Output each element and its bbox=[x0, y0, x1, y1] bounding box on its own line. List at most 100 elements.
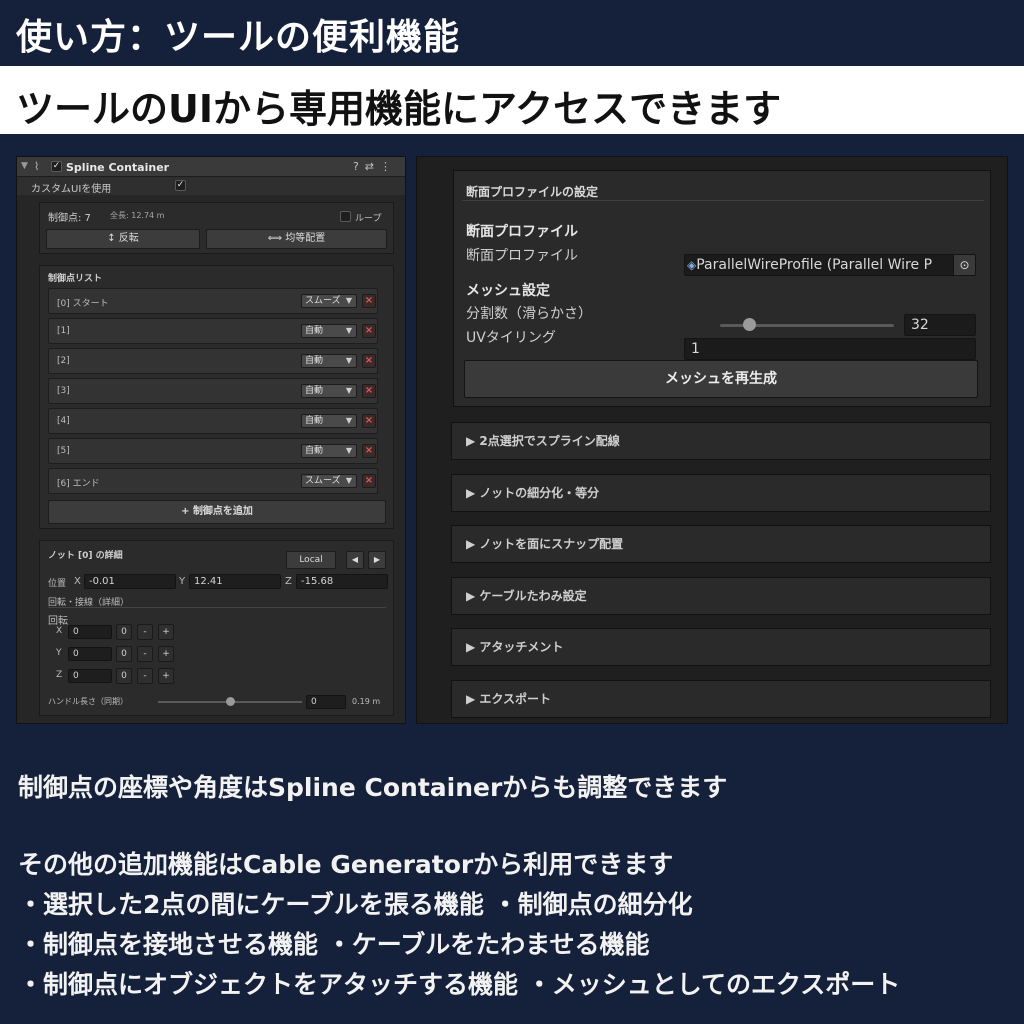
tangent-mode-dropdown[interactable]: 自動 ▼ bbox=[301, 414, 357, 428]
page-subtitle: ツールのUIから専用機能にアクセスできます bbox=[16, 87, 782, 131]
rotation-value-field[interactable]: 0 bbox=[68, 625, 112, 639]
delete-point-icon[interactable]: × bbox=[362, 444, 376, 458]
delete-point-icon[interactable]: × bbox=[362, 474, 376, 488]
scriptable-object-icon: ◈ bbox=[687, 258, 697, 272]
rotation-axis-label: Y bbox=[56, 648, 62, 658]
help-icon[interactable]: ? bbox=[353, 160, 365, 173]
rotation-reset-button[interactable]: 0 bbox=[116, 668, 132, 684]
profile-object-field[interactable]: ◈ParallelWireProfile (Parallel Wire P ⊙ bbox=[684, 254, 976, 276]
control-point-label: [1] bbox=[57, 326, 70, 336]
handle-slider-knob[interactable] bbox=[226, 697, 235, 706]
foldout-section[interactable]: ▶ ノットを面にスナップ配置 bbox=[451, 525, 991, 563]
tangent-mode-dropdown[interactable]: 自動 ▼ bbox=[301, 444, 357, 458]
position-y-field[interactable]: 12.41 bbox=[189, 574, 281, 589]
regenerate-mesh-button[interactable]: メッシュを再生成 bbox=[464, 360, 978, 398]
custom-ui-row: カスタムUIを使用 ✓ bbox=[17, 177, 405, 195]
rotation-minus-button[interactable]: - bbox=[137, 624, 153, 640]
delete-point-icon[interactable]: × bbox=[362, 294, 376, 308]
object-picker-icon[interactable]: ⊙ bbox=[953, 255, 975, 275]
position-x-field[interactable]: -0.01 bbox=[84, 574, 176, 589]
foldout-section[interactable]: ▶ エクスポート bbox=[451, 679, 991, 718]
rotation-plus-button[interactable]: + bbox=[158, 646, 174, 662]
rotation-reset-button[interactable]: 0 bbox=[116, 624, 132, 640]
next-knot-button[interactable]: ▶ bbox=[368, 551, 386, 569]
equal-spacing-button[interactable]: ⟺ 均等配置 bbox=[206, 229, 387, 249]
tangent-mode-dropdown[interactable]: 自動 ▼ bbox=[301, 324, 357, 338]
segments-label: 分割数（滑らかさ） bbox=[466, 306, 592, 322]
dropdown-arrow-icon: ▼ bbox=[345, 476, 352, 485]
control-point-row[interactable]: [1] 自動 ▼ × bbox=[48, 318, 378, 344]
add-control-point-button[interactable]: + 制御点を追加 bbox=[48, 500, 386, 524]
loop-checkbox[interactable] bbox=[340, 211, 351, 222]
handle-value-field[interactable]: 0 bbox=[306, 695, 346, 709]
rotation-plus-button[interactable]: + bbox=[158, 668, 174, 684]
delete-point-icon[interactable]: × bbox=[362, 324, 376, 338]
delete-point-icon[interactable]: × bbox=[362, 354, 376, 368]
control-point-label: [4] bbox=[57, 416, 70, 426]
tangent-mode-dropdown[interactable]: スムーズ ▼ bbox=[301, 474, 357, 488]
foldout-section[interactable]: ▶ アタッチメント bbox=[451, 628, 991, 666]
rotation-plus-button[interactable]: + bbox=[158, 624, 174, 640]
rotation-label: 回転 bbox=[48, 616, 68, 627]
space-local-button[interactable]: Local bbox=[286, 551, 336, 569]
spacing-icon: ⟺ bbox=[267, 233, 286, 244]
rotation-value-field[interactable]: 0 bbox=[68, 647, 112, 661]
prev-knot-button[interactable]: ◀ bbox=[346, 551, 364, 569]
custom-ui-label: カスタムUIを使用 bbox=[31, 184, 112, 195]
y-label: Y bbox=[179, 576, 186, 587]
control-point-label: [2] bbox=[57, 356, 70, 366]
rotation-axis-label: X bbox=[56, 626, 63, 636]
segments-slider-knob[interactable] bbox=[742, 318, 756, 331]
reverse-button[interactable]: ↕ 反転 bbox=[46, 229, 200, 249]
foldout-arrow-icon[interactable]: ▼ bbox=[21, 161, 28, 171]
rotation-minus-button[interactable]: - bbox=[137, 646, 153, 662]
knot-title: ノット [0] の詳細 bbox=[48, 551, 123, 561]
profile-value: ParallelWireProfile (Parallel Wire P bbox=[696, 257, 933, 273]
add-control-point-label: 制御点を追加 bbox=[192, 506, 253, 517]
delete-point-icon[interactable]: × bbox=[362, 414, 376, 428]
rotation-value-field[interactable]: 0 bbox=[68, 669, 112, 683]
mesh-section-title: メッシュ設定 bbox=[466, 283, 550, 299]
rotation-reset-button[interactable]: 0 bbox=[116, 646, 132, 662]
equal-spacing-label: 均等配置 bbox=[285, 233, 326, 244]
delete-point-icon[interactable]: × bbox=[362, 384, 376, 398]
context-menu-icon[interactable]: ⋮ bbox=[380, 160, 397, 173]
tangent-mode-dropdown[interactable]: 自動 ▼ bbox=[301, 384, 357, 398]
divider bbox=[462, 200, 984, 201]
subtitle-band: ツールのUIから専用機能にアクセスできます bbox=[0, 66, 1024, 134]
segments-field[interactable]: 32 bbox=[904, 314, 976, 336]
rotation-axis-label: Z bbox=[56, 670, 63, 680]
component-enabled-checkbox[interactable]: ✓ bbox=[51, 161, 62, 172]
tangent-mode-value: 自動 bbox=[305, 356, 324, 366]
uv-tiling-field[interactable]: 1 bbox=[684, 338, 976, 360]
component-header[interactable]: ▼ ⌇ ✓ Spline Container ?⇄⋮ bbox=[17, 157, 405, 177]
page-title: 使い方：ツールの便利機能 bbox=[16, 17, 461, 58]
z-label: Z bbox=[285, 576, 292, 587]
x-label: X bbox=[74, 576, 81, 587]
rotation-minus-button[interactable]: - bbox=[137, 668, 153, 684]
control-point-row[interactable]: [4] 自動 ▼ × bbox=[48, 408, 378, 434]
tangent-mode-dropdown[interactable]: 自動 ▼ bbox=[301, 354, 357, 368]
body-line-2: その他の追加機能はCable Generatorから利用できます bbox=[18, 850, 674, 879]
foldout-section[interactable]: ▶ ケーブルたわみ設定 bbox=[451, 576, 991, 615]
foldout-section[interactable]: ▶ 2点選択でスプライン配線 bbox=[451, 422, 991, 460]
custom-ui-checkbox[interactable]: ✓ bbox=[175, 180, 186, 191]
handle-length-value: 0.19 m bbox=[352, 697, 381, 706]
control-point-label: [6] エンド bbox=[57, 479, 100, 489]
tangent-mode-dropdown[interactable]: スムーズ ▼ bbox=[301, 294, 357, 308]
control-point-row[interactable]: [2] 自動 ▼ × bbox=[48, 348, 378, 374]
position-z-field[interactable]: -15.68 bbox=[296, 574, 388, 589]
knot-details: ノット [0] の詳細 Local ◀ ▶ 位置 X -0.01 Y 12.41… bbox=[39, 540, 394, 716]
body-line-4: ・制御点を接地させる機能 ・ケーブルをたわませる機能 bbox=[18, 930, 650, 959]
profile-settings-box: 断面プロファイルの設定 断面プロファイル 断面プロファイル ◈ParallelW… bbox=[453, 170, 991, 407]
summary-box: 制御点: 7 全長: 12.74 m ループ ↕ 反転 ⟺ 均等配置 bbox=[39, 202, 394, 254]
dropdown-arrow-icon: ▼ bbox=[345, 446, 352, 455]
control-point-row[interactable]: [3] 自動 ▼ × bbox=[48, 378, 378, 404]
control-point-row[interactable]: [0] スタート スムーズ ▼ × bbox=[48, 288, 378, 314]
dropdown-arrow-icon: ▼ bbox=[345, 356, 352, 365]
control-point-row[interactable]: [6] エンド スムーズ ▼ × bbox=[48, 468, 378, 494]
presets-icon[interactable]: ⇄ bbox=[365, 160, 380, 173]
dropdown-arrow-icon: ▼ bbox=[345, 296, 352, 305]
foldout-section[interactable]: ▶ ノットの細分化・等分 bbox=[451, 473, 991, 512]
control-point-row[interactable]: [5] 自動 ▼ × bbox=[48, 438, 378, 464]
